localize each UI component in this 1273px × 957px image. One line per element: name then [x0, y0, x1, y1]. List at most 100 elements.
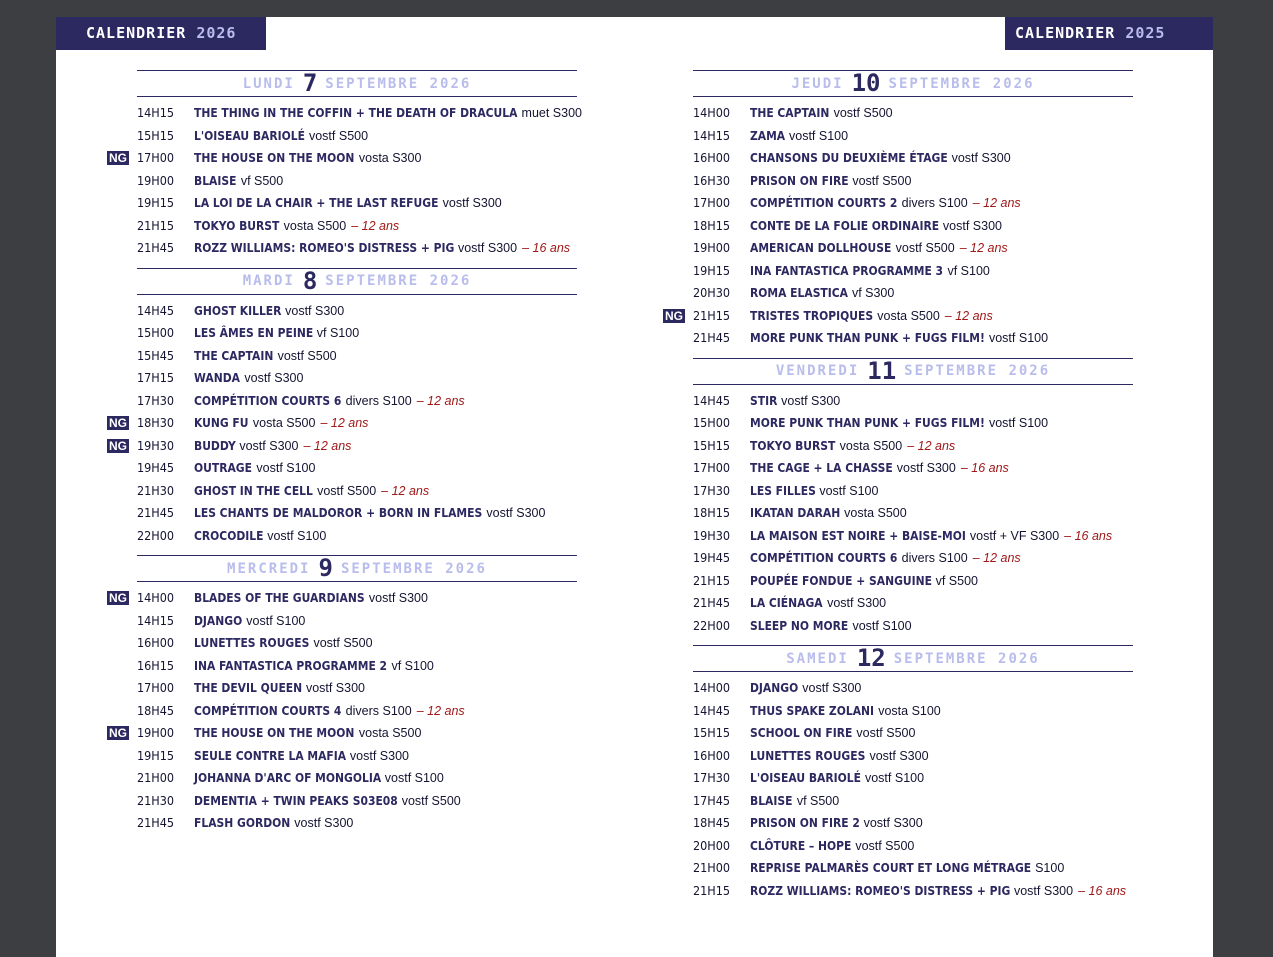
screening-list: 14H15 THE THING IN THE COFFIN + THE DEATH…: [107, 97, 582, 260]
film-title: GHOST KILLER: [194, 302, 282, 318]
screening-details: IKATAN DARAH vosta S500: [750, 502, 907, 525]
age-restriction: – 12 ans: [303, 438, 352, 453]
age-restriction: – 12 ans: [944, 308, 993, 323]
day-header: LUNDI 7 SEPTEMBRE 2026: [137, 70, 577, 97]
screening-details: PRISON ON FIRE vostf S500: [750, 170, 911, 193]
screening-info: vostf + VF S300: [969, 528, 1060, 543]
screening-details: STIR vostf S300: [750, 390, 840, 413]
film-title: SEULE CONTRE LA MAFIA: [194, 747, 347, 763]
screening-info: vostf S300: [802, 681, 862, 695]
screening-row: 21H45 LES CHANTS DE MALDOROR + BORN IN FL…: [137, 502, 577, 525]
screening-row: 17H30 L'OISEAU BARIOLÉ vostf S100: [693, 767, 1133, 790]
day-name: MERCREDI: [227, 560, 311, 577]
film-title: BLAISE: [750, 792, 793, 808]
screening-details: LA LOI DE LA CHAIR + THE LAST REFUGE vost…: [194, 192, 502, 215]
day-number: 7: [302, 69, 318, 97]
screening-row: 15H15 SCHOOL ON FIRE vostf S500: [693, 722, 1133, 745]
screening-info: S100: [1035, 861, 1065, 875]
age-restriction: – 12 ans: [416, 393, 465, 408]
screening-info: vostf S100: [819, 483, 879, 498]
header-left-label: CALENDRIER: [86, 24, 187, 42]
day-name: LUNDI: [242, 75, 295, 92]
day-number: 9: [318, 554, 333, 582]
screening-info: vostf S300: [239, 438, 299, 453]
right-column: JEUDI 10 SEPTEMBRE 2026 14H00 THE CAPTAIN vos…: [663, 69, 1133, 910]
screening-row: 14H15 DJANGO vostf S100: [137, 610, 577, 633]
film-title: COMPÉTITION COURTS 6: [194, 392, 342, 408]
screening-row: 14H00 DJANGO vostf S300: [693, 677, 1133, 700]
screening-info: vostf S300: [349, 748, 409, 763]
day-name: JEUDI: [791, 75, 844, 92]
screening-info: vostf S500: [855, 838, 915, 853]
film-title: CROCODILE: [194, 527, 264, 543]
film-title: CHANSONS DU DEUXIÈME ÉTAGE: [750, 150, 948, 165]
calendar-spread: CALENDRIER 2026 CALENDRIER 2025 LUNDI 7 SE…: [56, 17, 1213, 957]
screening-info: vf S100: [391, 658, 434, 673]
screening-info: vosta S500: [839, 438, 903, 453]
screening-details: SCHOOL ON FIRE vostf S500: [750, 722, 915, 745]
screening-info: vosta S500: [358, 726, 422, 740]
screening-time: 19H00: [693, 240, 731, 255]
header-right-year: 2025: [1125, 24, 1166, 42]
screening-time: 21H45: [693, 330, 731, 345]
screening-details: BLADES OF THE GUARDIANS vostf S300: [194, 587, 428, 610]
screening-details: JOHANNA D'ARC OF MONGOLIA vostf S100: [194, 767, 444, 790]
screening-row: 18H45 COMPÉTITION COURTS 4 divers S100 – 12…: [137, 700, 577, 723]
screening-info: vostf S300: [486, 506, 546, 520]
screening-row: 14H45 THUS SPAKE ZOLANI vosta S100: [693, 700, 1133, 723]
screening-details: LA MAISON EST NOIRE + BAISE-MOI vostf + V…: [750, 525, 1112, 548]
ng-badge: NG: [107, 438, 129, 453]
film-title: CLÔTURE – HOPE: [750, 837, 852, 853]
screening-time: 21H00: [693, 860, 731, 875]
screening-time: 20H00: [693, 837, 731, 853]
screening-row: 16H15 INA FANTASTICA PROGRAMME 2 vf S100: [137, 655, 577, 678]
screening-time: 14H15: [137, 612, 175, 628]
screening-time: 20H30: [693, 285, 731, 300]
screening-time: 19H45: [137, 460, 175, 475]
film-title: JOHANNA D'ARC OF MONGOLIA: [194, 770, 382, 785]
screening-details: BUDDY vostf S300 – 12 ans: [194, 435, 351, 458]
film-title: OUTRAGE: [194, 460, 252, 475]
screening-row: 19H15 SEULE CONTRE LA MAFIA vostf S300: [137, 745, 577, 768]
day-month: SEPTEMBRE 2026: [325, 273, 472, 289]
screening-details: CONTE DE LA FOLIE ORDINAIRE vostf S300: [750, 215, 1002, 238]
screening-row: 21H00 JOHANNA D'ARC OF MONGOLIA vostf S100: [137, 767, 577, 790]
age-restriction: – 12 ans: [351, 218, 400, 233]
screening-row: 18H15 IKATAN DARAH vosta S500: [693, 502, 1133, 525]
film-title: LES ÂMES EN PEINE: [194, 325, 314, 340]
screening-row: 21H30 DEMENTIA + TWIN PEAKS S03E08 vostf S…: [137, 790, 577, 813]
screening-time: 21H15: [693, 882, 731, 898]
screening-info: vosta S100: [878, 703, 941, 718]
day-month: SEPTEMBRE 2026: [888, 75, 1035, 92]
film-title: THE CAGE + LA CHASSE: [750, 460, 893, 475]
screening-row: 15H15 L'OISEAU BARIOLÉ vostf S500: [137, 125, 577, 148]
day-name: MARDI: [242, 273, 295, 289]
day-header: VENDREDI 11 SEPTEMBRE 2026: [693, 357, 1133, 385]
screening-details: DJANGO vostf S100: [194, 610, 305, 633]
screening-row: 15H00 LES ÂMES EN PEINE vf S100: [137, 322, 577, 345]
day-month: SEPTEMBRE 2026: [340, 560, 487, 577]
screening-time: 22H00: [693, 617, 731, 633]
day-header: MARDI 8 SEPTEMBRE 2026: [137, 267, 577, 295]
screening-time: 19H45: [693, 550, 731, 565]
screening-row: 21H00 REPRISE PALMARÈS COURT ET LONG MÉTR…: [693, 857, 1133, 880]
film-title: STIR: [750, 392, 778, 408]
age-restriction: – 16 ans: [960, 461, 1009, 475]
screening-details: MORE PUNK THAN PUNK + FUGS FILM! vostf S1…: [750, 412, 1048, 435]
screening-details: OUTRAGE vostf S100: [194, 457, 315, 480]
film-title: L'OISEAU BARIOLÉ: [194, 127, 305, 143]
screening-details: TOKYO BURST vosta S500 – 12 ans: [194, 215, 399, 238]
film-title: LUNETTES ROUGES: [750, 747, 866, 763]
screening-info: vostf S300: [294, 816, 354, 830]
film-title: ROMA ELASTICA: [750, 285, 848, 300]
screening-row: 21H45 LA CIÉNAGA vostf S300: [693, 592, 1133, 615]
screening-details: L'OISEAU BARIOLÉ vostf S100: [750, 767, 924, 790]
film-title: BLAISE: [194, 172, 237, 188]
screening-info: vostf S100: [852, 618, 912, 633]
day-number: 10: [851, 69, 881, 97]
screening-row: NG 17H00 THE HOUSE ON THE MOON vosta S300: [107, 147, 577, 170]
screening-info: vostf S300: [442, 196, 502, 210]
screening-details: COMPÉTITION COURTS 6 divers S100 – 12 ans: [750, 547, 1021, 570]
screening-row: 22H00 CROCODILE vostf S100: [137, 525, 577, 548]
screening-row: 15H15 TOKYO BURST vosta S500 – 12 ans: [693, 435, 1133, 458]
